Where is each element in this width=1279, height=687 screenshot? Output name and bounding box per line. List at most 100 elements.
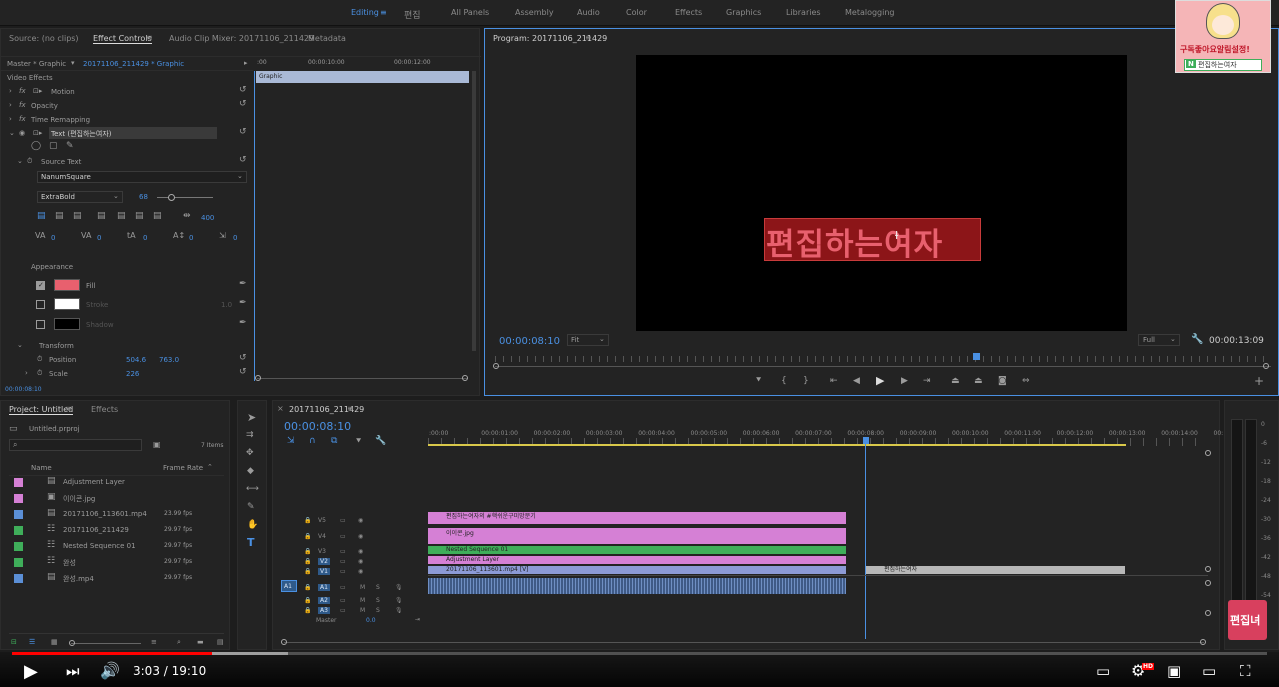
sort-icon[interactable]: ≡	[151, 638, 157, 646]
track-lock-icon[interactable]: 🔒	[304, 548, 311, 555]
wrench-icon[interactable]: 🔧	[375, 437, 386, 446]
selection-tool-icon[interactable]: ➤	[247, 412, 256, 423]
play-button-icon[interactable]: ▶	[24, 661, 38, 682]
ripple-edit-icon[interactable]: ✥	[246, 449, 254, 458]
list-view-icon[interactable]: ☰	[29, 638, 35, 646]
collapse-arrow-icon[interactable]: ⌄	[17, 157, 23, 165]
program-ruler[interactable]	[495, 356, 1271, 362]
program-playhead[interactable]	[973, 353, 980, 360]
justify-icon[interactable]: ▤	[117, 211, 126, 221]
mute-button[interactable]: M	[360, 597, 365, 604]
razor-icon[interactable]: ◆	[247, 467, 254, 476]
tab-source[interactable]: Source: (no clips)	[9, 34, 79, 43]
scroll-handle[interactable]	[1205, 610, 1211, 616]
label-color-swatch[interactable]	[14, 526, 23, 535]
effect-opacity[interactable]: Opacity	[31, 102, 58, 110]
track-label[interactable]: V1	[318, 568, 330, 575]
track-lock-icon[interactable]: 🔒	[304, 597, 311, 604]
workspace-graphics[interactable]: Graphics	[726, 8, 761, 17]
collapse-arrow-icon[interactable]: ⌄	[9, 129, 15, 137]
reset-icon[interactable]: ↺	[239, 155, 247, 165]
eye-icon[interactable]: ◉	[358, 533, 363, 540]
font-size-value[interactable]: 68	[139, 193, 148, 201]
label-color-swatch[interactable]	[14, 574, 23, 583]
add-marker-icon[interactable]: ⯆	[755, 377, 762, 386]
workspace-menu-icon[interactable]: ≡	[380, 8, 387, 17]
ellipse-mask-icon[interactable]: ◯	[31, 141, 41, 151]
solo-button[interactable]: S	[376, 597, 380, 604]
timeline-zoom-scrollbar[interactable]	[284, 642, 1204, 643]
eyedropper-icon[interactable]: ✒	[239, 318, 247, 328]
go-to-in-icon[interactable]: ⇤	[830, 377, 838, 386]
fullscreen-icon[interactable]: ⛶	[1240, 662, 1251, 680]
linked-selection-icon[interactable]: ⧉	[331, 437, 337, 446]
track-label[interactable]: A1	[318, 584, 330, 591]
fill-checkbox[interactable]: ✓	[36, 281, 45, 290]
track-lock-icon[interactable]: 🔒	[304, 584, 311, 591]
zoom-slider[interactable]	[71, 643, 141, 644]
add-button-icon[interactable]: +	[1254, 375, 1264, 387]
expand-arrow-icon[interactable]: ›	[9, 101, 12, 109]
stroke-width[interactable]: 1.0	[221, 301, 232, 309]
channel-watermark[interactable]: 편집녀	[1228, 600, 1267, 640]
work-area-bar[interactable]	[428, 444, 1126, 446]
track-label[interactable]: V3	[318, 548, 326, 555]
vertical-scrollbar[interactable]	[472, 71, 476, 351]
zoom-scrollbar[interactable]	[495, 366, 1271, 367]
new-bin-icon[interactable]: ▣	[153, 440, 161, 449]
eyedropper-icon[interactable]: ✒	[239, 298, 247, 308]
marker-icon[interactable]: ⯆	[355, 438, 362, 447]
search-input[interactable]	[9, 439, 142, 451]
type-tool-icon[interactable]: T	[247, 537, 255, 548]
text-overlay[interactable]: 편집하는여자	[766, 219, 943, 264]
voice-over-icon[interactable]: 🎙	[395, 597, 403, 604]
progress-played[interactable]	[12, 652, 212, 655]
position-x[interactable]: 504.6	[126, 356, 146, 364]
label-color-swatch[interactable]	[14, 510, 23, 519]
stroke-swatch[interactable]	[54, 298, 80, 310]
lift-icon[interactable]: ⏏	[951, 377, 960, 386]
justify-icon[interactable]: ▤	[153, 211, 162, 221]
sequence-clip-label[interactable]: 20171106_211429 * Graphic	[83, 60, 184, 68]
column-frame-rate[interactable]: Frame Rate	[163, 464, 203, 472]
pen-tool-icon[interactable]: ✎	[247, 503, 255, 512]
timeline-timecode[interactable]: 00:00:08:10	[284, 420, 351, 433]
track-label[interactable]: V2	[318, 558, 330, 565]
eye-icon[interactable]: ◉	[358, 548, 363, 555]
scroll-handle[interactable]	[281, 639, 287, 645]
track-lock-icon[interactable]: 🔒	[304, 558, 311, 565]
tab-metadata[interactable]: Metadata	[308, 34, 346, 43]
volume-icon[interactable]: 🔊	[100, 661, 120, 680]
effect-controls-timecode[interactable]: 00:00:08:10	[5, 386, 42, 393]
slider-handle[interactable]	[168, 194, 175, 201]
text-layer-label[interactable]: Text (편집하는여자)	[51, 129, 111, 139]
clip-v5[interactable]: 편집하는여자의 #핵쉬운구미망문기	[428, 512, 846, 524]
label-color-swatch[interactable]	[14, 478, 23, 487]
workspace-effects[interactable]: Effects	[675, 8, 702, 17]
go-to-end-icon[interactable]: ⇥	[415, 616, 420, 623]
project-item[interactable]: ☷ Nested Sequence 01 29.97 fps	[9, 539, 224, 555]
expand-arrow-icon[interactable]: ›	[25, 369, 28, 377]
label-color-swatch[interactable]	[14, 558, 23, 567]
reset-icon[interactable]: ↺	[239, 99, 247, 109]
track-lock-icon[interactable]: 🔒	[304, 568, 311, 575]
tab-project[interactable]: Project: Untitled	[9, 405, 74, 415]
justify-icon[interactable]: ▤	[97, 211, 106, 221]
mute-button[interactable]: M	[360, 607, 365, 614]
go-to-out-icon[interactable]: ⇥	[923, 377, 931, 386]
mark-out-icon[interactable]: }	[803, 377, 809, 386]
scroll-handle[interactable]	[1263, 363, 1269, 369]
snap-icon[interactable]: ∩	[309, 437, 316, 446]
project-item[interactable]: ☷ 완성 29.97 fps	[9, 555, 224, 571]
slip-tool-icon[interactable]: ⟷	[246, 485, 259, 494]
play-icon[interactable]: ▶	[876, 375, 884, 386]
expand-arrow-icon[interactable]: ›	[9, 115, 12, 123]
font-size-slider[interactable]	[157, 197, 213, 198]
scroll-handle[interactable]	[462, 375, 468, 381]
sort-up-icon[interactable]: ⌃	[207, 463, 213, 471]
find-icon[interactable]: ⌕	[177, 638, 181, 647]
clip-a1-waveform[interactable]	[428, 578, 846, 594]
solo-button[interactable]: S	[376, 607, 380, 614]
collapse-arrow-icon[interactable]: ⌄	[17, 341, 23, 349]
workspace-audio[interactable]: Audio	[577, 8, 600, 17]
